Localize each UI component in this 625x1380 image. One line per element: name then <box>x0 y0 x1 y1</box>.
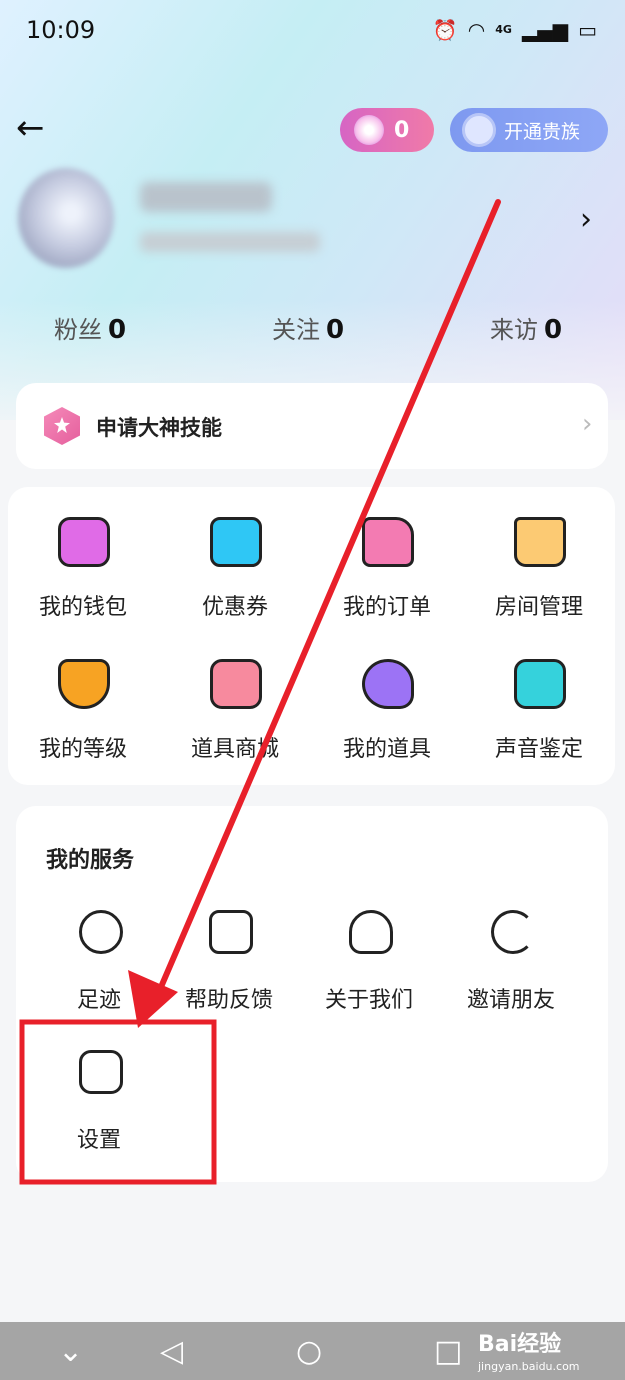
stat-label: 粉丝 <box>54 316 102 344</box>
help-icon <box>209 910 253 954</box>
shop-bag-icon <box>210 659 262 709</box>
stat-value: 0 <box>108 315 127 345</box>
nav-home-icon[interactable]: ○ <box>296 1334 322 1369</box>
stat-label: 关注 <box>272 316 320 344</box>
grid-item-label: 我的等级 <box>38 737 127 762</box>
wifi-icon: ◠ <box>467 18 486 42</box>
level-icon <box>58 659 110 709</box>
grid-item-label: 我的钱包 <box>38 595 127 620</box>
grid-item-label: 声音鉴定 <box>494 737 583 762</box>
chevron-down-icon[interactable]: ⌄ <box>58 1334 83 1369</box>
settings-icon <box>79 1050 123 1094</box>
stats-row: 粉丝 0 关注 0 来访 0 <box>0 310 625 354</box>
skill-badge-icon <box>44 407 80 445</box>
chevron-right-icon: › <box>582 409 593 439</box>
service-item-label: 邀请朋友 <box>466 988 555 1013</box>
watermark: Bai经验 jingyan.baidu.com <box>478 1326 580 1373</box>
service-item-label: 关于我们 <box>324 988 413 1013</box>
star-wand-icon <box>362 659 414 709</box>
service-item-settings[interactable]: 设置 <box>24 1046 174 1166</box>
nav-back-icon[interactable]: ◁ <box>160 1334 183 1369</box>
service-item-about[interactable]: 关于我们 <box>294 906 444 1026</box>
network-type: 4G <box>495 23 512 36</box>
order-icon <box>362 517 414 567</box>
chevron-right-icon[interactable]: › <box>580 202 592 237</box>
grid-item-wallet[interactable]: 我的钱包 <box>8 487 158 620</box>
house-icon <box>514 517 566 567</box>
grid-item-props[interactable]: 我的道具 <box>312 629 462 762</box>
wallet-icon <box>58 517 110 567</box>
services-card: 我的服务 足迹 帮助反馈 关于我们 邀请朋友 设置 <box>16 806 608 1182</box>
grid-item-label: 优惠券 <box>201 595 268 620</box>
username-blurred <box>140 182 272 212</box>
battery-icon: ▭ <box>578 18 597 42</box>
grid-item-label: 道具商城 <box>190 737 279 762</box>
apply-skill-card[interactable]: 申请大神技能 › <box>16 383 608 469</box>
avatar[interactable] <box>18 168 114 268</box>
status-icons: ⏰ ◠ 4G ▂▄▆ ▭ <box>433 16 597 44</box>
stat-value: 0 <box>326 315 345 345</box>
grid-item-label: 房间管理 <box>494 595 583 620</box>
coin-balance-button[interactable]: ✦ 0 <box>340 108 434 152</box>
vip-open-button[interactable]: 开通贵族 <box>450 108 608 152</box>
service-item-footprint[interactable]: 足迹 <box>24 906 174 1026</box>
feature-grid: 我的钱包 优惠券 我的订单 房间管理 我的等级 道具商城 我的道具 声音鉴定 <box>8 487 615 785</box>
stat-label: 来访 <box>490 316 538 344</box>
invite-icon <box>491 910 535 954</box>
stat-following[interactable]: 关注 0 <box>272 310 344 345</box>
grid-item-shop[interactable]: 道具商城 <box>160 629 310 762</box>
grid-item-room[interactable]: 房间管理 <box>464 487 614 620</box>
coin-count: 0 <box>394 117 410 143</box>
vip-badge-icon <box>462 113 496 147</box>
user-id-blurred <box>140 232 320 252</box>
grid-item-level[interactable]: 我的等级 <box>8 629 158 762</box>
clock-icon <box>79 910 123 954</box>
service-item-invite[interactable]: 邀请朋友 <box>436 906 586 1026</box>
signal-icon: ▂▄▆ <box>521 18 569 42</box>
status-bar: 10:09 ⏰ ◠ 4G ▂▄▆ ▭ <box>0 0 625 62</box>
nav-recents-icon[interactable]: □ <box>434 1334 462 1369</box>
services-title: 我的服务 <box>46 848 135 873</box>
coupon-icon <box>210 517 262 567</box>
alarm-icon: ⏰ <box>432 18 458 42</box>
stat-fans[interactable]: 粉丝 0 <box>54 310 126 345</box>
service-item-label: 足迹 <box>76 988 121 1013</box>
service-item-label: 设置 <box>76 1128 121 1153</box>
vip-label: 开通贵族 <box>504 120 581 143</box>
diamond-icon: ✦ <box>354 115 384 145</box>
voice-wave-icon <box>514 659 566 709</box>
stat-value: 0 <box>544 315 563 345</box>
grid-item-label: 我的订单 <box>342 595 431 620</box>
apply-skill-label: 申请大神技能 <box>96 416 222 440</box>
stat-visitors[interactable]: 来访 0 <box>490 310 562 345</box>
grid-item-orders[interactable]: 我的订单 <box>312 487 462 620</box>
status-time: 10:09 <box>26 16 96 44</box>
user-icon <box>349 910 393 954</box>
service-item-help[interactable]: 帮助反馈 <box>154 906 304 1026</box>
watermark-url: jingyan.baidu.com <box>478 1360 580 1373</box>
watermark-brand: Bai经验 <box>478 1332 562 1357</box>
service-item-label: 帮助反馈 <box>184 988 273 1013</box>
grid-item-label: 我的道具 <box>342 737 431 762</box>
grid-item-coupon[interactable]: 优惠券 <box>160 487 310 620</box>
grid-item-voice[interactable]: 声音鉴定 <box>464 629 614 762</box>
back-arrow-icon[interactable]: ← <box>16 108 56 148</box>
